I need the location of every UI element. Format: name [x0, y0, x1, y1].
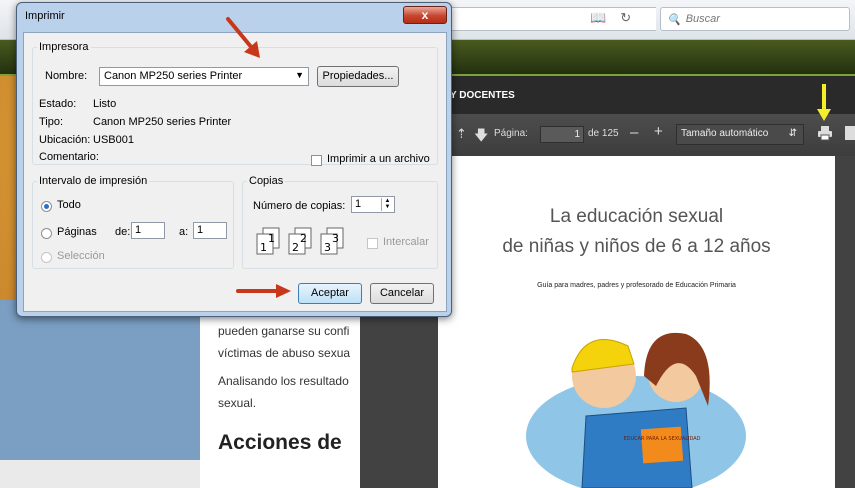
collate-digit: 2	[300, 232, 307, 245]
print-range-label: Intervalo de impresión	[37, 175, 150, 187]
article-heading: Acciones de	[218, 431, 342, 454]
reader-view-icon[interactable]: 📖	[590, 10, 606, 26]
print-range-group: Intervalo de impresión Todo Páginas de: …	[32, 175, 234, 269]
search-input[interactable]: 🔍 Buscar	[660, 7, 850, 31]
status-label: Estado:	[39, 98, 77, 110]
type-value: Canon MP250 series Printer	[93, 116, 232, 128]
location-value: USB001	[93, 134, 134, 146]
page-label: Página:	[494, 128, 528, 139]
zoom-select-value: Tamaño automático	[681, 128, 769, 139]
pdf-title-line: de niñas y niños de 6 a 12 años	[502, 236, 771, 257]
chevron-down-icon: ▼	[295, 70, 304, 80]
collate-label[interactable]: Intercalar	[383, 236, 429, 248]
type-label: Tipo:	[39, 116, 64, 128]
article-line: Analisando los resultado	[218, 374, 349, 388]
ok-button[interactable]: Aceptar	[298, 283, 362, 304]
properties-button[interactable]: Propiedades...	[317, 66, 399, 87]
print-to-file-label[interactable]: Imprimir a un archivo	[327, 153, 430, 165]
search-placeholder: Buscar	[685, 13, 720, 25]
status-value: Listo	[93, 98, 117, 110]
page-total: de 125	[588, 128, 619, 139]
reload-icon[interactable]: ↻	[620, 10, 631, 26]
collate-digit: 3	[324, 241, 331, 254]
yellow-arrow-annotation	[817, 84, 831, 121]
comment-label: Comentario:	[39, 151, 99, 163]
site-nav-bar: Y DOCENTES	[440, 76, 855, 114]
select-arrow-icon: ⇵	[788, 128, 797, 139]
printer-select-value: Canon MP250 series Printer	[104, 70, 243, 82]
printer-select[interactable]: Canon MP250 series Printer ▼	[99, 67, 309, 86]
search-icon: 🔍	[667, 13, 681, 26]
pages-radio[interactable]	[41, 228, 52, 239]
dialog-body: Impresora Nombre: Canon MP250 series Pri…	[23, 32, 447, 312]
collate-pages-icon: 1 1 2 2 3 3	[256, 227, 344, 255]
spinner-icon[interactable]: ▲ ▼	[381, 198, 393, 211]
print-icon[interactable]	[817, 125, 833, 141]
article-line: pueden ganarse su confi	[218, 324, 350, 338]
selection-radio-label[interactable]: Selección	[57, 250, 105, 262]
zoom-out-icon[interactable]: –	[630, 124, 638, 141]
collate-digit: 2	[292, 241, 299, 254]
next-page-icon[interactable]: 🡇	[474, 125, 488, 149]
book-cover-text: EDUCAR PARA LA SEXUALIDAD	[623, 436, 700, 442]
collate-digit: 1	[260, 241, 267, 254]
name-label: Nombre:	[45, 70, 88, 82]
collate-checkbox[interactable]	[367, 238, 378, 249]
to-label: a:	[179, 226, 189, 238]
copies-group: Copias Número de copias: 1 ▲▼ 1 1 2 2 3	[242, 175, 438, 269]
pdf-subtitle: Guía para madres, padres y profesorado d…	[537, 282, 736, 289]
download-icon[interactable]	[845, 126, 855, 140]
printer-group-label: Impresora	[37, 41, 91, 53]
printer-group: Impresora Nombre: Canon MP250 series Pri…	[32, 41, 438, 166]
zoom-in-icon[interactable]: +	[654, 123, 663, 140]
from-page-input[interactable]: 1	[131, 222, 165, 239]
cover-illustration: EDUCAR PARA LA SEXUALIDAD	[526, 332, 746, 488]
print-to-file-checkbox[interactable]	[311, 155, 322, 166]
collate-digit: 1	[268, 232, 275, 245]
up-icon[interactable]: ⇡	[456, 126, 467, 142]
copies-input[interactable]: 1 ▲ ▼	[351, 196, 395, 213]
pdf-title-line: La educación sexual	[549, 206, 724, 227]
article-line: víctimas de abuso sexua	[218, 346, 351, 360]
all-radio-label[interactable]: Todo	[57, 199, 81, 211]
pdf-page: La educación sexual de niñas y niños de …	[438, 156, 835, 488]
location-label: Ubicación:	[39, 134, 91, 146]
cancel-button[interactable]: Cancelar	[370, 283, 434, 304]
from-label: de:	[115, 226, 131, 238]
site-nav-item[interactable]: Y DOCENTES	[450, 90, 515, 101]
article-line: sexual.	[218, 396, 257, 410]
all-radio[interactable]	[41, 201, 52, 212]
red-arrow-annotation	[236, 284, 291, 298]
red-arrow-annotation	[226, 17, 260, 58]
copies-group-label: Copias	[247, 175, 286, 187]
dialog-title: Imprimir	[25, 10, 65, 22]
close-button[interactable]: x	[403, 6, 447, 24]
side-panel	[0, 300, 200, 460]
to-page-input[interactable]: 1	[193, 222, 227, 239]
pages-radio-label[interactable]: Páginas	[57, 226, 97, 238]
page-number-input[interactable]: 1	[540, 126, 584, 143]
copies-value: 1	[355, 198, 362, 210]
copies-label: Número de copias:	[253, 200, 346, 212]
selection-radio[interactable]	[41, 252, 52, 263]
url-bar-icons: 📖 ↻	[590, 10, 631, 26]
collate-digit: 3	[332, 232, 339, 245]
zoom-select[interactable]: Tamaño automático ⇵	[676, 124, 804, 145]
